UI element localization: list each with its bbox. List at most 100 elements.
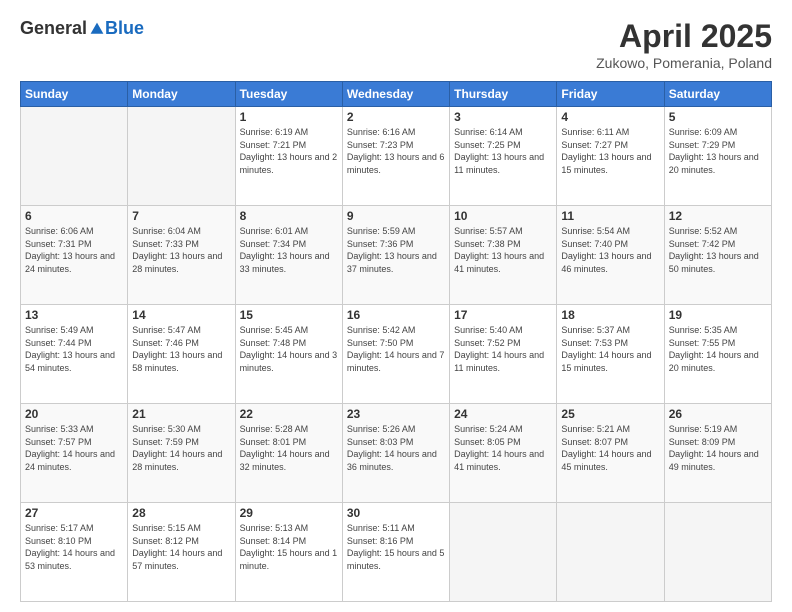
day-number: 26 xyxy=(669,407,767,421)
day-number: 14 xyxy=(132,308,230,322)
day-info: Sunrise: 5:15 AM Sunset: 8:12 PM Dayligh… xyxy=(132,522,230,572)
day-number: 4 xyxy=(561,110,659,124)
calendar-cell: 3 Sunrise: 6:14 AM Sunset: 7:25 PM Daylig… xyxy=(450,107,557,206)
calendar-cell: 11 Sunrise: 5:54 AM Sunset: 7:40 PM Dayli… xyxy=(557,206,664,305)
day-number: 20 xyxy=(25,407,123,421)
day-number: 8 xyxy=(240,209,338,223)
day-info: Sunrise: 5:42 AM Sunset: 7:50 PM Dayligh… xyxy=(347,324,445,374)
day-info: Sunrise: 6:06 AM Sunset: 7:31 PM Dayligh… xyxy=(25,225,123,275)
day-info: Sunrise: 6:19 AM Sunset: 7:21 PM Dayligh… xyxy=(240,126,338,176)
calendar-cell: 1 Sunrise: 6:19 AM Sunset: 7:21 PM Daylig… xyxy=(235,107,342,206)
calendar-cell: 23Sunrise: 5:26 AM Sunset: 8:03 PM Dayli… xyxy=(342,404,449,503)
calendar-cell: 20Sunrise: 5:33 AM Sunset: 7:57 PM Dayli… xyxy=(21,404,128,503)
day-header-monday: Monday xyxy=(128,82,235,107)
calendar-cell: 28Sunrise: 5:15 AM Sunset: 8:12 PM Dayli… xyxy=(128,503,235,602)
day-header-thursday: Thursday xyxy=(450,82,557,107)
calendar-cell: 5 Sunrise: 6:09 AM Sunset: 7:29 PM Daylig… xyxy=(664,107,771,206)
day-info: Sunrise: 6:16 AM Sunset: 7:23 PM Dayligh… xyxy=(347,126,445,176)
day-number: 5 xyxy=(669,110,767,124)
calendar-cell: 8Sunrise: 6:01 AM Sunset: 7:34 PM Daylig… xyxy=(235,206,342,305)
logo: General Blue xyxy=(20,18,144,39)
day-number: 13 xyxy=(25,308,123,322)
week-row-4: 20Sunrise: 5:33 AM Sunset: 7:57 PM Dayli… xyxy=(21,404,772,503)
day-info: Sunrise: 5:11 AM Sunset: 8:16 PM Dayligh… xyxy=(347,522,445,572)
calendar-cell: 27Sunrise: 5:17 AM Sunset: 8:10 PM Dayli… xyxy=(21,503,128,602)
day-info: Sunrise: 6:14 AM Sunset: 7:25 PM Dayligh… xyxy=(454,126,552,176)
day-number: 17 xyxy=(454,308,552,322)
day-info: Sunrise: 5:47 AM Sunset: 7:46 PM Dayligh… xyxy=(132,324,230,374)
day-number: 9 xyxy=(347,209,445,223)
page: General Blue April 2025 Zukowo, Pomerani… xyxy=(0,0,792,612)
day-info: Sunrise: 5:17 AM Sunset: 8:10 PM Dayligh… xyxy=(25,522,123,572)
day-number: 10 xyxy=(454,209,552,223)
day-info: Sunrise: 5:45 AM Sunset: 7:48 PM Dayligh… xyxy=(240,324,338,374)
day-number: 7 xyxy=(132,209,230,223)
day-number: 11 xyxy=(561,209,659,223)
month-title: April 2025 xyxy=(596,18,772,55)
week-row-5: 27Sunrise: 5:17 AM Sunset: 8:10 PM Dayli… xyxy=(21,503,772,602)
calendar-cell: 16Sunrise: 5:42 AM Sunset: 7:50 PM Dayli… xyxy=(342,305,449,404)
day-number: 6 xyxy=(25,209,123,223)
day-info: Sunrise: 5:35 AM Sunset: 7:55 PM Dayligh… xyxy=(669,324,767,374)
calendar-cell: 25 Sunrise: 5:21 AM Sunset: 8:07 PM Dayli… xyxy=(557,404,664,503)
day-info: Sunrise: 5:40 AM Sunset: 7:52 PM Dayligh… xyxy=(454,324,552,374)
calendar-cell: 29 Sunrise: 5:13 AM Sunset: 8:14 PM Dayli… xyxy=(235,503,342,602)
week-row-3: 13 Sunrise: 5:49 AM Sunset: 7:44 PM Dayli… xyxy=(21,305,772,404)
day-number: 1 xyxy=(240,110,338,124)
calendar-cell xyxy=(450,503,557,602)
calendar-cell: 17 Sunrise: 5:40 AM Sunset: 7:52 PM Dayli… xyxy=(450,305,557,404)
day-info: Sunrise: 5:54 AM Sunset: 7:40 PM Dayligh… xyxy=(561,225,659,275)
day-number: 30 xyxy=(347,506,445,520)
calendar-cell: 30 Sunrise: 5:11 AM Sunset: 8:16 PM Dayli… xyxy=(342,503,449,602)
day-number: 19 xyxy=(669,308,767,322)
calendar-cell: 6 Sunrise: 6:06 AM Sunset: 7:31 PM Daylig… xyxy=(21,206,128,305)
day-header-sunday: Sunday xyxy=(21,82,128,107)
day-info: Sunrise: 5:30 AM Sunset: 7:59 PM Dayligh… xyxy=(132,423,230,473)
day-info: Sunrise: 5:19 AM Sunset: 8:09 PM Dayligh… xyxy=(669,423,767,473)
logo-general-text: General xyxy=(20,18,87,39)
day-header-wednesday: Wednesday xyxy=(342,82,449,107)
day-number: 2 xyxy=(347,110,445,124)
logo-blue-text: Blue xyxy=(105,18,144,39)
day-number: 29 xyxy=(240,506,338,520)
day-number: 24 xyxy=(454,407,552,421)
calendar-cell: 13 Sunrise: 5:49 AM Sunset: 7:44 PM Dayli… xyxy=(21,305,128,404)
day-info: Sunrise: 5:21 AM Sunset: 8:07 PM Dayligh… xyxy=(561,423,659,473)
calendar-cell: 26 Sunrise: 5:19 AM Sunset: 8:09 PM Dayli… xyxy=(664,404,771,503)
calendar-cell: 22 Sunrise: 5:28 AM Sunset: 8:01 PM Dayli… xyxy=(235,404,342,503)
day-header-saturday: Saturday xyxy=(664,82,771,107)
day-number: 22 xyxy=(240,407,338,421)
day-info: Sunrise: 5:37 AM Sunset: 7:53 PM Dayligh… xyxy=(561,324,659,374)
calendar-cell xyxy=(21,107,128,206)
title-area: April 2025 Zukowo, Pomerania, Poland xyxy=(596,18,772,71)
logo-icon xyxy=(89,21,105,37)
day-header-tuesday: Tuesday xyxy=(235,82,342,107)
calendar-cell: 12Sunrise: 5:52 AM Sunset: 7:42 PM Dayli… xyxy=(664,206,771,305)
calendar-cell xyxy=(664,503,771,602)
location-title: Zukowo, Pomerania, Poland xyxy=(596,55,772,71)
day-number: 25 xyxy=(561,407,659,421)
calendar-cell xyxy=(128,107,235,206)
calendar-cell: 15Sunrise: 5:45 AM Sunset: 7:48 PM Dayli… xyxy=(235,305,342,404)
calendar-cell: 7 Sunrise: 6:04 AM Sunset: 7:33 PM Daylig… xyxy=(128,206,235,305)
calendar-cell: 4 Sunrise: 6:11 AM Sunset: 7:27 PM Daylig… xyxy=(557,107,664,206)
day-info: Sunrise: 5:49 AM Sunset: 7:44 PM Dayligh… xyxy=(25,324,123,374)
calendar-cell: 24 Sunrise: 5:24 AM Sunset: 8:05 PM Dayli… xyxy=(450,404,557,503)
day-info: Sunrise: 5:13 AM Sunset: 8:14 PM Dayligh… xyxy=(240,522,338,572)
day-number: 3 xyxy=(454,110,552,124)
day-info: Sunrise: 6:09 AM Sunset: 7:29 PM Dayligh… xyxy=(669,126,767,176)
calendar-table: SundayMondayTuesdayWednesdayThursdayFrid… xyxy=(20,81,772,602)
day-info: Sunrise: 6:04 AM Sunset: 7:33 PM Dayligh… xyxy=(132,225,230,275)
day-info: Sunrise: 5:59 AM Sunset: 7:36 PM Dayligh… xyxy=(347,225,445,275)
day-info: Sunrise: 5:57 AM Sunset: 7:38 PM Dayligh… xyxy=(454,225,552,275)
calendar-cell xyxy=(557,503,664,602)
calendar-cell: 18Sunrise: 5:37 AM Sunset: 7:53 PM Dayli… xyxy=(557,305,664,404)
day-info: Sunrise: 5:28 AM Sunset: 8:01 PM Dayligh… xyxy=(240,423,338,473)
day-info: Sunrise: 5:24 AM Sunset: 8:05 PM Dayligh… xyxy=(454,423,552,473)
week-row-2: 6 Sunrise: 6:06 AM Sunset: 7:31 PM Daylig… xyxy=(21,206,772,305)
day-info: Sunrise: 6:11 AM Sunset: 7:27 PM Dayligh… xyxy=(561,126,659,176)
header: General Blue April 2025 Zukowo, Pomerani… xyxy=(20,18,772,71)
day-header-friday: Friday xyxy=(557,82,664,107)
day-number: 21 xyxy=(132,407,230,421)
calendar-cell: 19 Sunrise: 5:35 AM Sunset: 7:55 PM Dayli… xyxy=(664,305,771,404)
